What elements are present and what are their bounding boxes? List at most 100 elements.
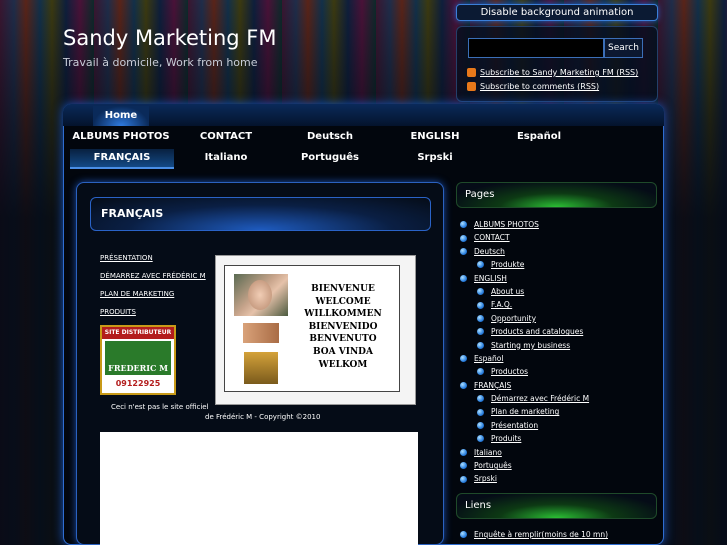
- page-title: FRANÇAIS: [90, 197, 431, 231]
- bullet-icon: [477, 435, 484, 443]
- sidebar-page-item[interactable]: About us: [456, 285, 657, 298]
- sidebar-page-item[interactable]: Español: [456, 352, 657, 365]
- sidebar-page-item[interactable]: F.A.Q.: [456, 298, 657, 311]
- pages-list: ALBUMS PHOTOS CONTACT Deutsch Produkte ENGLI…: [456, 218, 657, 486]
- sidebar-page-label[interactable]: Português: [474, 459, 512, 472]
- embedded-content-box: [100, 432, 418, 545]
- sidebar-page-item[interactable]: Productos: [456, 365, 657, 378]
- nav-italiano[interactable]: Italiano: [174, 149, 278, 167]
- site-title[interactable]: Sandy Marketing FM: [63, 26, 276, 50]
- badge-title: SITE DISTRIBUTEUR: [102, 327, 174, 339]
- bullet-icon: [460, 234, 467, 242]
- welcome-text: BIENVENUE WELCOME WILLKOMMEN BIENVENIDO …: [302, 283, 384, 371]
- sidebar-page-item[interactable]: Products and catalogues: [456, 325, 657, 338]
- sidebar-page-item[interactable]: Deutsch: [456, 245, 657, 258]
- sidebar-page-item[interactable]: ENGLISH: [456, 272, 657, 285]
- bullet-icon: [460, 531, 467, 538]
- portrait-photo: [234, 274, 288, 316]
- sidebar-page-label[interactable]: Opportunity: [491, 312, 536, 325]
- links-widget-title: Liens: [456, 492, 657, 519]
- sidebar-page-label[interactable]: Productos: [491, 365, 528, 378]
- sidebar-page-label[interactable]: FRANÇAIS: [474, 379, 511, 392]
- nav-home[interactable]: Home: [93, 106, 149, 126]
- search-input[interactable]: [468, 38, 604, 58]
- sidebar-page-label[interactable]: Starting my business: [491, 339, 570, 352]
- links-list: Enquête à remplir (moins de 10 mn): [456, 528, 657, 541]
- sidebar-page-label[interactable]: ENGLISH: [474, 272, 507, 285]
- link-plan-marketing[interactable]: PLAN DE MARKETING: [100, 290, 174, 298]
- sidebar-page-label[interactable]: ALBUMS PHOTOS: [474, 218, 539, 231]
- sidebar-page-label[interactable]: Deutsch: [474, 245, 505, 258]
- product-photo: [243, 323, 279, 343]
- sidebar-page-item[interactable]: Português: [456, 459, 657, 472]
- bullet-icon: [477, 314, 484, 322]
- sidebar-page-label[interactable]: F.A.Q.: [491, 298, 512, 311]
- sidebar-page-item[interactable]: Italiano: [456, 446, 657, 459]
- nav-contact[interactable]: CONTACT: [174, 128, 278, 146]
- sidebar-link-label[interactable]: Enquête à remplir: [474, 528, 541, 541]
- bullet-icon: [477, 288, 484, 296]
- sidebar-page-label[interactable]: Italiano: [474, 446, 502, 459]
- sidebar-page-label[interactable]: Démarrez avec Frédéric M: [491, 392, 589, 405]
- sidebar-page-item[interactable]: CONTACT: [456, 231, 657, 244]
- nav-portugues[interactable]: Português: [278, 149, 382, 167]
- badge-number: 09122925: [115, 379, 161, 388]
- link-demarrez[interactable]: DÉMARREZ AVEC FRÉDÉRIC M: [100, 272, 206, 280]
- link-produits[interactable]: PRODUITS: [100, 308, 136, 316]
- sidebar-page-label[interactable]: About us: [491, 285, 524, 298]
- sidebar-page-label[interactable]: Produits: [491, 432, 521, 445]
- site-subtitle: Travail à domicile, Work from home: [63, 56, 258, 69]
- sidebar-page-item[interactable]: Starting my business: [456, 339, 657, 352]
- sidebar-link-item[interactable]: Enquête à remplir (moins de 10 mn): [456, 528, 657, 541]
- sidebar-page-label[interactable]: Español: [474, 352, 503, 365]
- link-presentation[interactable]: PRÉSENTATION: [100, 254, 153, 262]
- welcome-line: BENVENUTO: [309, 334, 377, 345]
- welcome-line: BOA VINDA: [313, 346, 373, 357]
- distributor-badge[interactable]: SITE DISTRIBUTEUR FREDERIC M 09122925: [100, 325, 176, 395]
- sidebar-page-item[interactable]: Srpski: [456, 472, 657, 485]
- bullet-icon: [477, 408, 484, 416]
- badge-logo: FREDERIC M: [105, 341, 171, 375]
- sidebar-page-item[interactable]: Produits: [456, 432, 657, 445]
- nav-francais[interactable]: FRANÇAIS: [70, 149, 174, 169]
- sidebar-page-label[interactable]: Products and catalogues: [491, 325, 583, 338]
- nav-english[interactable]: ENGLISH: [383, 128, 487, 146]
- sidebar-link-note: (moins de 10 mn): [541, 529, 609, 539]
- sidebar-page-label[interactable]: Produkte: [491, 258, 524, 271]
- nav-deutsch[interactable]: Deutsch: [278, 128, 382, 146]
- nav-espanol[interactable]: Español: [487, 128, 591, 146]
- welcome-line: WELCOME: [315, 296, 371, 307]
- nav-srpski[interactable]: Srpski: [383, 149, 487, 167]
- sidebar-page-label[interactable]: Présentation: [491, 419, 538, 432]
- welcome-line: WELKOM: [318, 359, 368, 370]
- welcome-line: BIENVENIDO: [308, 321, 378, 332]
- rss-icon: [467, 68, 476, 77]
- sidebar-page-item[interactable]: FRANÇAIS: [456, 379, 657, 392]
- bullet-icon: [477, 328, 484, 336]
- nav-albums-photos[interactable]: ALBUMS PHOTOS: [69, 128, 173, 146]
- bullet-icon: [477, 301, 484, 309]
- sidebar-page-item[interactable]: Plan de marketing: [456, 405, 657, 418]
- top-menu-bar: [63, 104, 664, 126]
- sidebar-page-label[interactable]: Srpski: [474, 472, 497, 485]
- sidebar-page-label[interactable]: Plan de marketing: [491, 405, 559, 418]
- bullet-icon: [477, 368, 484, 376]
- bullet-icon: [460, 381, 467, 389]
- sidebar-page-item[interactable]: Opportunity: [456, 312, 657, 325]
- sidebar-page-item[interactable]: Démarrez avec Frédéric M: [456, 392, 657, 405]
- disable-animation-button[interactable]: Disable background animation: [456, 4, 658, 21]
- bullet-icon: [460, 247, 467, 255]
- rss-posts-link[interactable]: Subscribe to Sandy Marketing FM (RSS): [480, 68, 638, 77]
- sidebar-page-item[interactable]: ALBUMS PHOTOS: [456, 218, 657, 231]
- welcome-line: BIENVENUE: [311, 284, 375, 294]
- welcome-line: WILLKOMMEN: [304, 309, 382, 320]
- sidebar-page-item[interactable]: Présentation: [456, 419, 657, 432]
- search-button[interactable]: Search: [604, 38, 643, 58]
- sidebar-page-item[interactable]: Produkte: [456, 258, 657, 271]
- rss-comments-link[interactable]: Subscribe to comments (RSS): [480, 82, 599, 91]
- disclaimer-text: Ceci n'est pas le site officiel: [111, 403, 209, 411]
- sidebar: Pages ALBUMS PHOTOS CONTACT Deutsch Produkt…: [456, 182, 657, 545]
- bullet-icon: [477, 395, 484, 403]
- pages-widget-title: Pages: [456, 182, 657, 208]
- sidebar-page-label[interactable]: CONTACT: [474, 231, 510, 244]
